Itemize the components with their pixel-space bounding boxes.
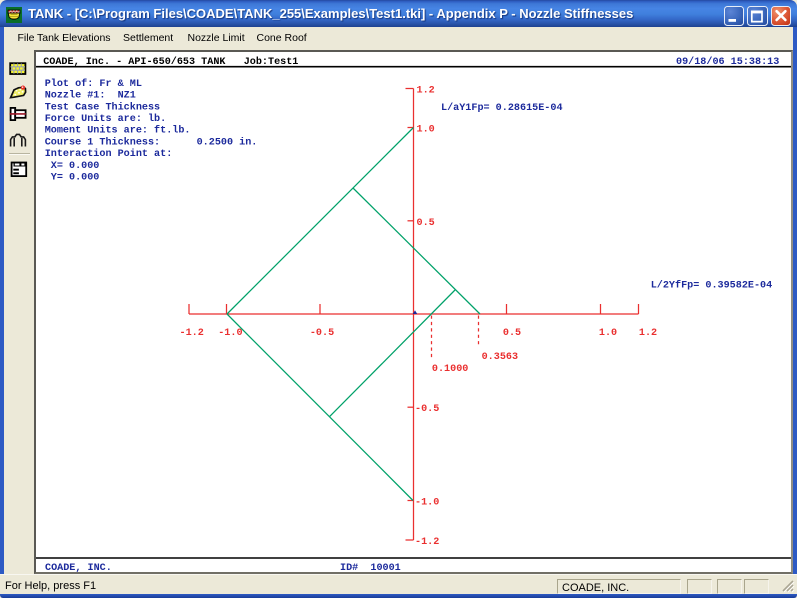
svg-text:1.2: 1.2: [417, 86, 435, 97]
svg-text:0.5: 0.5: [503, 328, 521, 339]
svg-text:Y= 0.000: Y= 0.000: [45, 173, 100, 184]
svg-text:Test Case Thickness: Test Case Thickness: [45, 101, 160, 113]
svg-text:1.2: 1.2: [639, 328, 657, 339]
svg-text:COADE, INC.: COADE, INC.: [45, 563, 112, 572]
svg-text:L/aY1Fp= 0.28615E-04: L/aY1Fp= 0.28615E-04: [441, 102, 563, 114]
svg-text:-1.2: -1.2: [180, 328, 204, 339]
svg-text:1.0: 1.0: [599, 328, 617, 339]
svg-text:Course 1 Thickness: 0.250: Course 1 Thickness: 0.2500 in.: [45, 136, 258, 148]
svg-text:-1.0: -1.0: [415, 498, 439, 509]
svg-text:Force Units are: lb.: Force Units are: lb.: [45, 113, 167, 125]
svg-text:0.1000: 0.1000: [432, 364, 468, 375]
svg-text:-0.5: -0.5: [310, 328, 334, 339]
svg-text:L/2YfFp= 0.39582E-04: L/2YfFp= 0.39582E-04: [651, 280, 773, 292]
svg-text:Moment Units are: ft.lb.: Moment Units are: ft.lb.: [45, 125, 191, 137]
svg-text:0.5: 0.5: [417, 218, 435, 229]
svg-text:1.0: 1.0: [417, 125, 435, 136]
svg-text:Interaction Point at:: Interaction Point at:: [45, 148, 173, 160]
svg-text:ID# 10001: ID# 10001: [340, 563, 401, 572]
svg-text:0.3563: 0.3563: [482, 352, 518, 363]
svg-text:Nozzle #1: NZ1: Nozzle #1: NZ1: [45, 90, 136, 102]
svg-text:Plot of: Fr & ML: Plot of: Fr & ML: [45, 78, 142, 90]
svg-text:-0.5: -0.5: [415, 404, 439, 415]
svg-text:-1.2: -1.2: [415, 537, 439, 548]
svg-text:X= 0.000: X= 0.000: [45, 161, 100, 172]
svg-text:-1.0: -1.0: [218, 328, 242, 339]
